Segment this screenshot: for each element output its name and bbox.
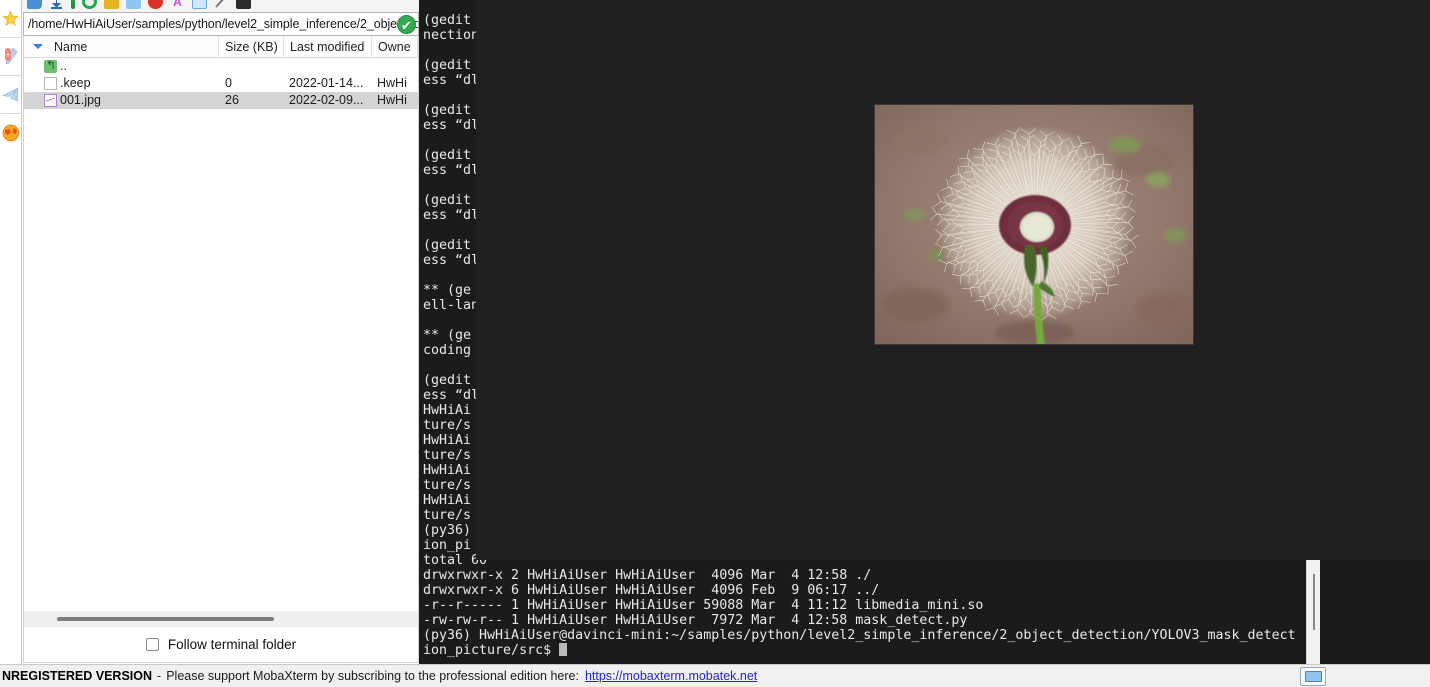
table-row[interactable]: 001.jpg 26 2022-02-09... HwHi xyxy=(24,92,418,109)
new-folder-icon[interactable] xyxy=(104,0,119,9)
column-header-last-modified[interactable]: Last modified xyxy=(284,35,372,58)
delete-icon[interactable] xyxy=(148,0,163,9)
file-owner-cell: HwHi xyxy=(377,76,407,90)
terminal-prompt-line: ion_picture/src$ xyxy=(423,643,1296,658)
scrollbar-thumb[interactable] xyxy=(57,617,274,621)
terminal-line: -r--r----- 1 HwHiAiUser HwHiAiUser 59088… xyxy=(423,598,984,613)
follow-terminal-folder-label: Follow terminal folder xyxy=(167,637,297,652)
bookmark-pin-icon[interactable]: + xyxy=(0,38,21,76)
column-header-size[interactable]: Size (KB) xyxy=(219,35,284,58)
terminal-icon[interactable] xyxy=(236,0,251,9)
path-ok-icon: ✔ xyxy=(397,15,416,34)
file-name-text: .. xyxy=(60,59,67,73)
file-list-horizontal-scrollbar[interactable] xyxy=(23,611,419,627)
sftp-send-icon[interactable] xyxy=(0,76,21,114)
file-name-cell[interactable]: .. xyxy=(24,58,219,75)
status-message: Please support MobaXterm by subscribing … xyxy=(166,669,579,683)
sort-caret-icon[interactable] xyxy=(33,43,43,49)
refresh-icon[interactable] xyxy=(82,0,97,9)
monitor-icon[interactable] xyxy=(1300,667,1326,686)
file-name-text: .keep xyxy=(60,76,91,90)
edit-icon[interactable] xyxy=(214,0,229,9)
path-bar[interactable]: /home/HwHiAiUser/samples/python/level2_s… xyxy=(23,12,419,36)
file-icon xyxy=(44,77,57,90)
column-header-name[interactable]: Name xyxy=(24,35,219,58)
globe-icon[interactable] xyxy=(0,114,21,152)
file-list[interactable]: Name Size (KB) Last modified Owne .. .kee… xyxy=(23,35,419,611)
mobaxterm-link[interactable]: https://mobaxterm.mobatek.net xyxy=(579,669,757,683)
path-input[interactable]: /home/HwHiAiUser/samples/python/level2_s… xyxy=(24,17,418,31)
file-size-cell: 26 xyxy=(225,93,239,107)
separator-icon xyxy=(71,0,75,9)
terminal-prompt-line: (py36) HwHiAiUser@davinci-mini:~/samples… xyxy=(423,628,1296,643)
terminal-cursor xyxy=(559,643,568,656)
terminal-line: drwxrwxr-x 2 HwHiAiUser HwHiAiUser 4096 … xyxy=(423,568,872,583)
mobaxterm-window: + (gedit nection (gedit ess “dl (gedit ess “d… xyxy=(0,0,1430,687)
dandelion-photo xyxy=(874,104,1194,345)
sftp-toolbar-icons: A xyxy=(27,0,251,12)
sftp-toolbar: A xyxy=(22,0,419,12)
terminal-line: drwxrwxr-x 6 HwHiAiUser HwHiAiUser 4096 … xyxy=(423,583,880,598)
file-size-cell xyxy=(219,58,284,75)
file-modified-cell: 2022-01-14... xyxy=(289,76,364,90)
split-view-icon[interactable] xyxy=(192,0,207,9)
unregistered-version-label: NREGISTERED VERSION xyxy=(2,669,153,683)
file-list-header: Name Size (KB) Last modified Owne xyxy=(24,35,418,58)
image-viewer-window[interactable] xyxy=(476,0,1430,560)
parent-folder-icon xyxy=(44,58,57,74)
status-bar: NREGISTERED VERSION - Please support Mob… xyxy=(0,664,1430,687)
file-name-cell[interactable]: .keep xyxy=(24,75,219,92)
table-row[interactable]: .. xyxy=(24,58,418,75)
download-icon[interactable] xyxy=(49,0,64,9)
column-header-owner[interactable]: Owne xyxy=(372,35,418,58)
status-dash: - xyxy=(157,669,162,683)
upload-icon[interactable] xyxy=(27,0,42,9)
terminal-line: -rw-rw-r-- 1 HwHiAiUser HwHiAiUser 7972 … xyxy=(423,613,968,628)
file-size-cell: 0 xyxy=(225,76,232,90)
svg-text:+: + xyxy=(6,52,10,59)
table-row[interactable]: .keep 0 2022-01-14... HwHi xyxy=(24,75,418,92)
favorites-star-icon[interactable] xyxy=(0,0,21,38)
terminal-vertical-scrollbar[interactable] xyxy=(1306,560,1320,664)
file-owner-cell: HwHi xyxy=(377,93,407,107)
follow-terminal-folder-checkbox[interactable] xyxy=(145,638,159,651)
file-name-cell[interactable]: 001.jpg xyxy=(24,92,219,109)
file-list-body: .. .keep 0 2022-01-14... HwHi 001.jpg 26 2022-0… xyxy=(24,58,418,109)
file-name-text: 001.jpg xyxy=(60,93,102,107)
follow-terminal-folder-row[interactable]: Follow terminal folder xyxy=(23,627,419,663)
file-modified-cell xyxy=(284,58,372,75)
left-icon-rail: + xyxy=(0,0,22,664)
image-file-icon xyxy=(44,94,57,107)
file-owner-cell xyxy=(372,58,418,75)
file-modified-cell: 2022-02-09... xyxy=(289,93,364,107)
sftp-browser-panel: A /home/HwHiAiUser/samples/python/level2… xyxy=(22,0,419,664)
rename-icon[interactable]: A xyxy=(170,0,185,9)
folder-icon[interactable] xyxy=(126,0,141,9)
scrollbar-thumb[interactable] xyxy=(1313,574,1315,630)
